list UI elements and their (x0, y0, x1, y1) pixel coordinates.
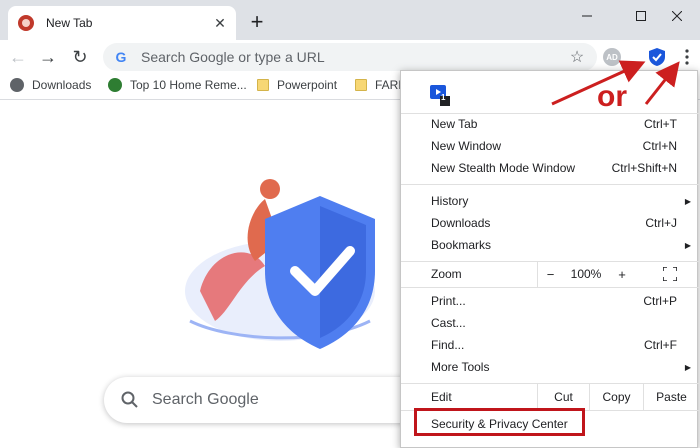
menu-separator (401, 287, 699, 288)
forward-button[interactable]: → (34, 43, 62, 71)
globe-icon (10, 78, 24, 92)
menu-item-label: New Stealth Mode Window (431, 161, 576, 175)
bookmark-downloads[interactable]: Downloads (10, 78, 91, 92)
menu-item-label: Bookmarks (431, 238, 492, 252)
search-icon (121, 391, 138, 408)
tab-new-tab[interactable]: New Tab ✕ (8, 6, 236, 40)
chrome-main-menu: 1 New Tab Ctrl+T New Window Ctrl+N New S… (400, 70, 699, 448)
menu-item-find[interactable]: Find... Ctrl+F (401, 334, 699, 356)
submenu-arrow-icon: ▶ (684, 240, 691, 250)
zoom-value: 100% (570, 267, 602, 281)
fullscreen-icon[interactable] (663, 267, 677, 281)
extension-action-icon[interactable] (429, 84, 451, 106)
menu-item-new-tab[interactable]: New Tab Ctrl+T (401, 113, 699, 135)
menu-zoom-row: Zoom − 100% + (401, 261, 699, 287)
menu-item-label: New Tab (431, 117, 478, 131)
menu-item-new-stealth-window[interactable]: New Stealth Mode Window Ctrl+Shift+N (401, 157, 699, 179)
ntp-search-placeholder: Search Google (152, 391, 259, 408)
menu-item-label: New Window (431, 139, 502, 153)
menu-separator (401, 184, 699, 185)
menu-item-label: Cast... (431, 316, 466, 330)
more-vert-icon (685, 49, 689, 65)
menu-item-bookmarks[interactable]: Bookmarks ▶ (401, 234, 699, 256)
menu-item-history[interactable]: History ▶ (401, 190, 699, 212)
maximize-icon (636, 11, 646, 21)
cut-button[interactable]: Cut (537, 384, 589, 410)
menu-item-new-window[interactable]: New Window Ctrl+N (401, 135, 699, 157)
menu-item-more-tools[interactable]: More Tools ▶ (401, 356, 699, 378)
omnibox-placeholder: Search Google or type a URL (141, 49, 325, 65)
profile-avatar[interactable]: AD (603, 48, 621, 66)
menu-item-downloads[interactable]: Downloads Ctrl+J (401, 212, 699, 234)
security-illustration (185, 179, 375, 349)
bookmark-label: Powerpoint (277, 78, 338, 92)
menu-edit-row: Edit Cut Copy Paste (401, 384, 699, 410)
submenu-arrow-icon: ▶ (684, 196, 691, 206)
menu-item-shortcut: Ctrl+P (643, 294, 677, 308)
bookmark-powerpoint[interactable]: Powerpoint (257, 78, 337, 92)
menu-item-label: History (431, 194, 469, 208)
reload-button[interactable]: ↻ (66, 43, 94, 71)
paste-button[interactable]: Paste (643, 384, 699, 410)
menu-item-print[interactable]: Print... Ctrl+P (401, 290, 699, 312)
google-g-icon: G (115, 49, 127, 65)
new-tab-button[interactable]: + (244, 9, 270, 35)
extension-badge: 1 (441, 93, 446, 102)
zoom-label: Zoom (431, 267, 462, 281)
bookmark-top10[interactable]: Top 10 Home Reme... (108, 78, 247, 92)
menu-item-label: Print... (431, 294, 466, 308)
minimize-button[interactable] (564, 2, 610, 30)
tab-title: New Tab (46, 16, 93, 30)
back-button[interactable]: ← (4, 43, 32, 71)
menu-item-shortcut: Ctrl+J (645, 216, 677, 230)
menu-item-label: Downloads (431, 216, 491, 230)
menu-item-label: More Tools (431, 360, 490, 374)
chrome-menu-button[interactable] (676, 44, 698, 70)
copy-button[interactable]: Copy (589, 384, 643, 410)
bookmark-label: Downloads (32, 78, 92, 92)
zoom-out-button[interactable]: − (537, 261, 563, 287)
zoom-in-button[interactable]: + (609, 261, 635, 287)
tab-favicon-icon (18, 15, 34, 31)
menu-item-shortcut: Ctrl+F (644, 338, 677, 352)
bookmark-label: Top 10 Home Reme... (130, 78, 247, 92)
menu-item-shortcut: Ctrl+Shift+N (611, 161, 677, 175)
window-close-icon (672, 11, 682, 21)
toolbar: ← → ↻ G Search Google or type a URL ☆ AD (0, 40, 700, 73)
window-close-button[interactable] (654, 2, 700, 30)
security-extension-shield-icon[interactable] (647, 47, 667, 67)
submenu-arrow-icon: ▶ (684, 362, 691, 372)
highlight-box (414, 408, 585, 436)
omnibox[interactable]: G Search Google or type a URL ☆ (103, 43, 597, 71)
menu-item-cast[interactable]: Cast... (401, 312, 699, 334)
edit-label: Edit (431, 390, 452, 404)
folder-icon (355, 79, 367, 91)
menu-item-shortcut: Ctrl+T (644, 117, 677, 131)
menu-item-shortcut: Ctrl+N (642, 139, 677, 153)
folder-icon (257, 79, 269, 91)
tab-close-icon[interactable]: ✕ (208, 11, 232, 35)
minimize-icon (582, 15, 592, 17)
menu-item-label: Find... (431, 338, 465, 352)
leaf-icon (108, 78, 122, 92)
annotation-or-text: or (597, 80, 627, 113)
bookmark-star-icon[interactable]: ☆ (563, 47, 591, 67)
tab-strip: New Tab ✕ + (0, 0, 700, 40)
